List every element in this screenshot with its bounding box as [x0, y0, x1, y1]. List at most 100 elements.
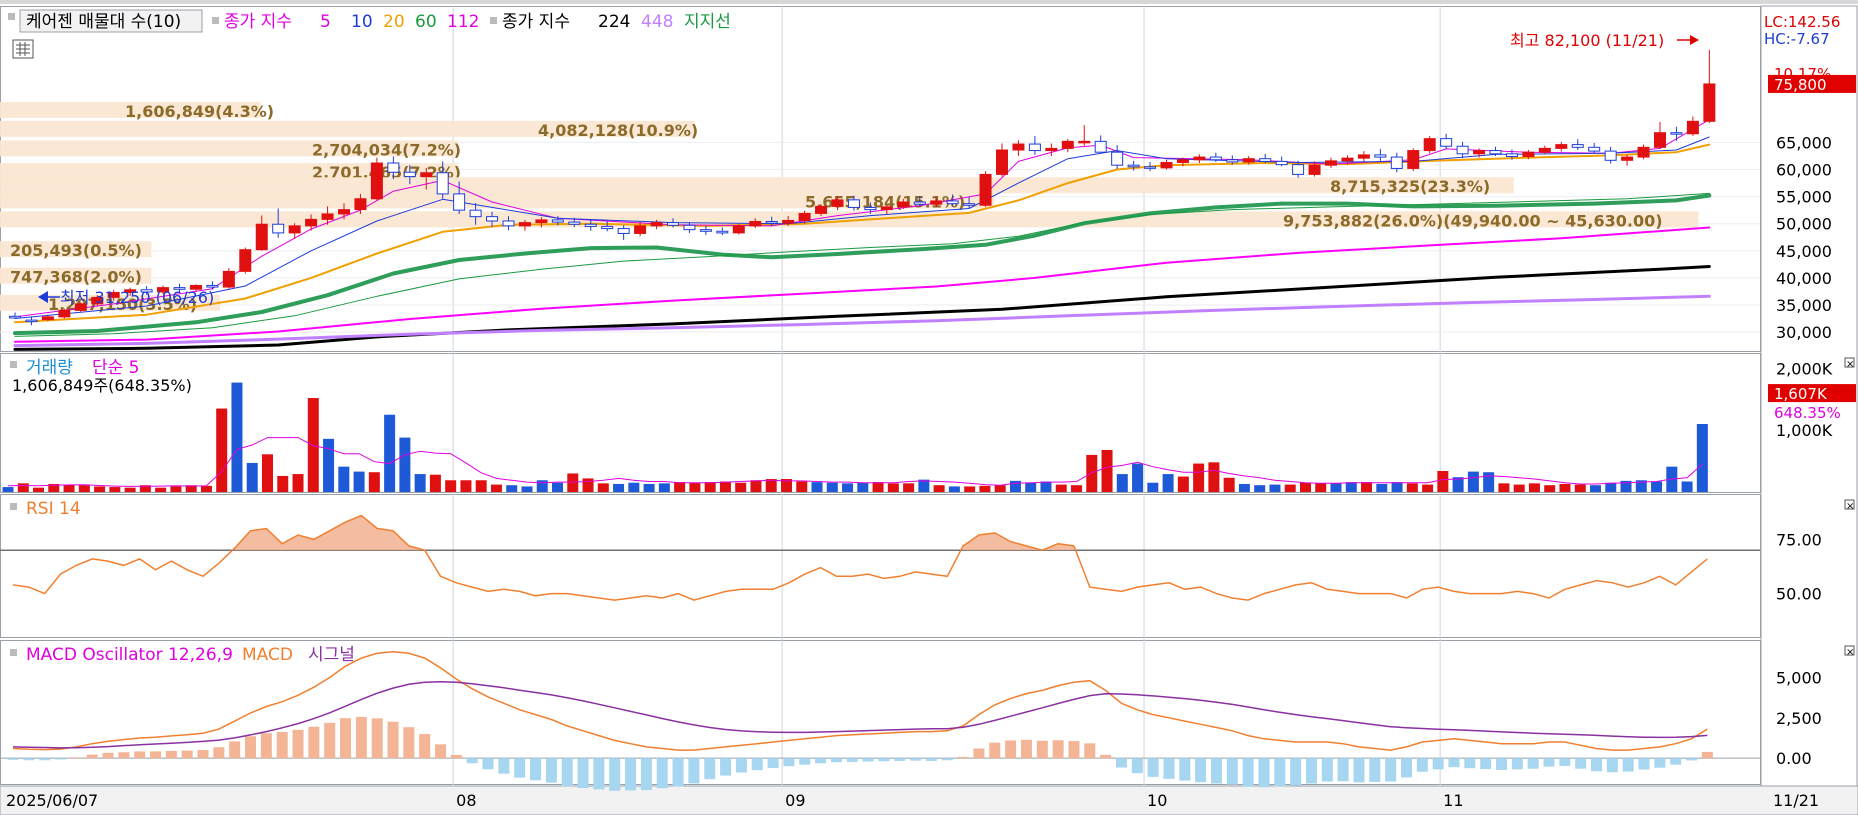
candle-body [667, 222, 679, 226]
legend-item: 종가 지수 [224, 12, 292, 32]
candle-body [1292, 164, 1305, 175]
volume-bar [109, 487, 121, 492]
volume-bar [658, 483, 670, 492]
candle-body [897, 201, 910, 208]
volume-bar [887, 483, 899, 492]
price-tick-label: 35,000 [1776, 296, 1832, 315]
candle-body [765, 221, 778, 224]
candle-body [222, 270, 235, 288]
macd-osc-bar [1400, 758, 1412, 778]
volume-bar [1055, 484, 1067, 492]
macd-osc-bar [86, 754, 98, 759]
macd-osc-bar [989, 742, 1001, 759]
volume-bar [1513, 484, 1525, 492]
macd-osc-bar [672, 758, 684, 787]
macd-legend-macd: MACD [242, 645, 293, 665]
candle-body [568, 221, 581, 225]
macd-tick-label: 0.00 [1776, 749, 1812, 768]
candle-body [1193, 156, 1206, 161]
macd-osc-bar [1242, 758, 1254, 787]
legend-item: 10 [351, 12, 373, 32]
date-tick-label: 2025/06/07 [6, 791, 98, 810]
macd-osc-bar [197, 749, 209, 759]
volume-readout: 1,606,849주(648.35%) [12, 376, 192, 395]
macd-tick-label: 5,000 [1776, 669, 1822, 688]
lc-label: LC:142.56 [1764, 13, 1840, 31]
volume-bar [1223, 477, 1235, 492]
macd-osc-bar [783, 758, 795, 767]
volume-bar [1009, 480, 1021, 492]
macd-osc-bar [767, 758, 779, 769]
candle-body [1686, 120, 1699, 135]
volume-bar [231, 382, 243, 492]
macd-osc-bar [1559, 758, 1571, 766]
candle-body [1522, 151, 1535, 158]
macd-osc-bar [1353, 758, 1365, 783]
candle-body [25, 319, 38, 323]
candle-body [1621, 156, 1634, 161]
macd-legend-signal: 시그널 [308, 645, 355, 665]
macd-osc-bar [799, 758, 811, 765]
price-tick-label: 55,000 [1776, 188, 1832, 207]
macd-osc-bar [815, 758, 827, 764]
candle-body [403, 171, 416, 178]
volume-tick-label: 1,000K [1776, 421, 1833, 440]
volume-title: 거래량 [26, 358, 73, 378]
candle-body [1226, 159, 1239, 163]
volume-bar [1162, 474, 1174, 492]
volume-close-icon[interactable]: × [1846, 359, 1854, 370]
volume-bar [1528, 483, 1540, 492]
low-annotation: 최저 31,250 (06/26) [38, 288, 214, 307]
macd-osc-bar [1495, 758, 1507, 770]
volume-bar [78, 485, 90, 492]
volume-bar [1681, 481, 1693, 492]
legend-marker [490, 17, 497, 24]
macd-osc-bar [340, 718, 352, 759]
volume-bar [521, 486, 533, 492]
macd-close-icon[interactable]: × [1846, 647, 1854, 658]
macd-osc-bar [435, 744, 447, 759]
candle-body [946, 200, 959, 205]
macd-osc-bar [1290, 758, 1302, 786]
volume-bar [994, 485, 1006, 492]
macd-osc-bar [846, 758, 858, 762]
macd-osc-bar [482, 758, 494, 770]
volume-profile-label: 8,715,325(23.3%) [1330, 177, 1490, 196]
macd-osc-bar [1670, 758, 1682, 765]
volume-bar [842, 483, 854, 492]
candle-body [1012, 143, 1025, 151]
macd-osc-bar [1511, 758, 1523, 770]
rsi-close-icon[interactable]: × [1846, 501, 1854, 512]
macd-osc-bar [1464, 758, 1476, 769]
volume-bar [597, 483, 609, 492]
macd-osc-bar [324, 722, 336, 759]
candle-body [387, 162, 400, 173]
macd-osc-bar [70, 757, 82, 759]
volume-bar [368, 472, 380, 492]
candle-body [469, 209, 482, 218]
macd-osc-bar [1084, 743, 1096, 759]
volume-bar [582, 478, 594, 492]
macd-osc-bar [181, 750, 193, 759]
candle-body [1555, 144, 1568, 149]
volume-profile-label: 4,082,128(10.9%) [538, 121, 698, 140]
legend-item: 448 [641, 12, 673, 32]
volume-bar [1025, 482, 1037, 492]
volume-bar [552, 482, 564, 492]
main-tab-label[interactable]: 케어젠 매물대 수(10) [26, 12, 181, 32]
macd-osc-bar [229, 741, 241, 759]
macd-osc-bar [260, 733, 272, 759]
volume-bar [384, 414, 396, 492]
volume-bar [200, 485, 212, 492]
macd-osc-bar [403, 727, 415, 759]
candle-body [206, 284, 219, 288]
candle-body [502, 220, 515, 227]
macd-osc-bar [1321, 758, 1333, 782]
volume-bar [399, 437, 411, 492]
macd-osc-bar [720, 758, 732, 776]
volume-bar [338, 466, 350, 492]
macd-osc-bar [688, 758, 700, 784]
macd-osc-bar [1115, 758, 1127, 768]
volume-bar [872, 482, 884, 492]
candle-body [732, 225, 745, 234]
